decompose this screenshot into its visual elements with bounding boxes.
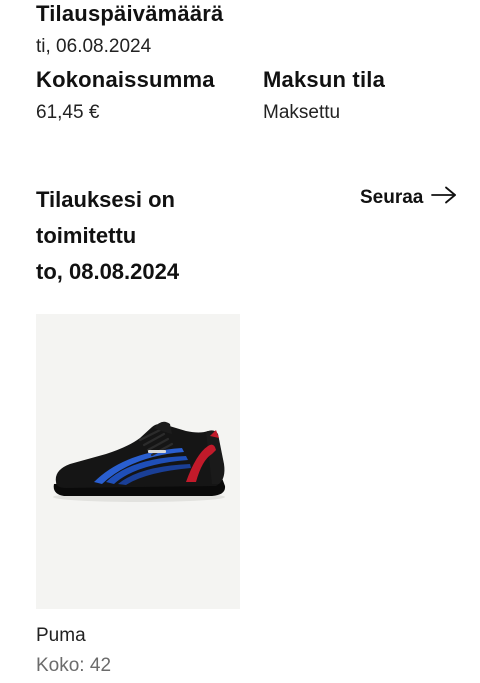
- follow-link-label: Seuraa: [360, 187, 424, 208]
- delivery-date: to, 08.08.2024: [36, 259, 180, 284]
- order-total-value: 61,45 €: [36, 102, 100, 123]
- delivery-status: Tilauksesi on toimitettu to, 08.08.2024: [36, 182, 236, 290]
- follow-shipment-link[interactable]: Seuraa: [360, 186, 457, 210]
- delivery-status-line-2: toimitettu: [36, 223, 137, 248]
- arrow-right-icon: [431, 186, 457, 210]
- product-size: Koko: 42: [36, 654, 111, 678]
- delivery-status-line-1: Tilauksesi on: [36, 187, 175, 212]
- order-total-label: Kokonaissumma: [36, 67, 215, 92]
- product-size-value: 42: [89, 655, 112, 676]
- sneaker-illustration: [53, 421, 226, 502]
- payment-status-label: Maksun tila: [263, 67, 386, 92]
- product-image[interactable]: [36, 314, 240, 609]
- order-date-value: ti, 06.08.2024: [36, 36, 152, 57]
- payment-status-value: Maksettu: [263, 102, 341, 123]
- product-brand: Puma: [36, 625, 86, 646]
- order-date-label: Tilauspäivämäärä: [36, 1, 224, 26]
- product-size-label: Koko:: [36, 655, 85, 676]
